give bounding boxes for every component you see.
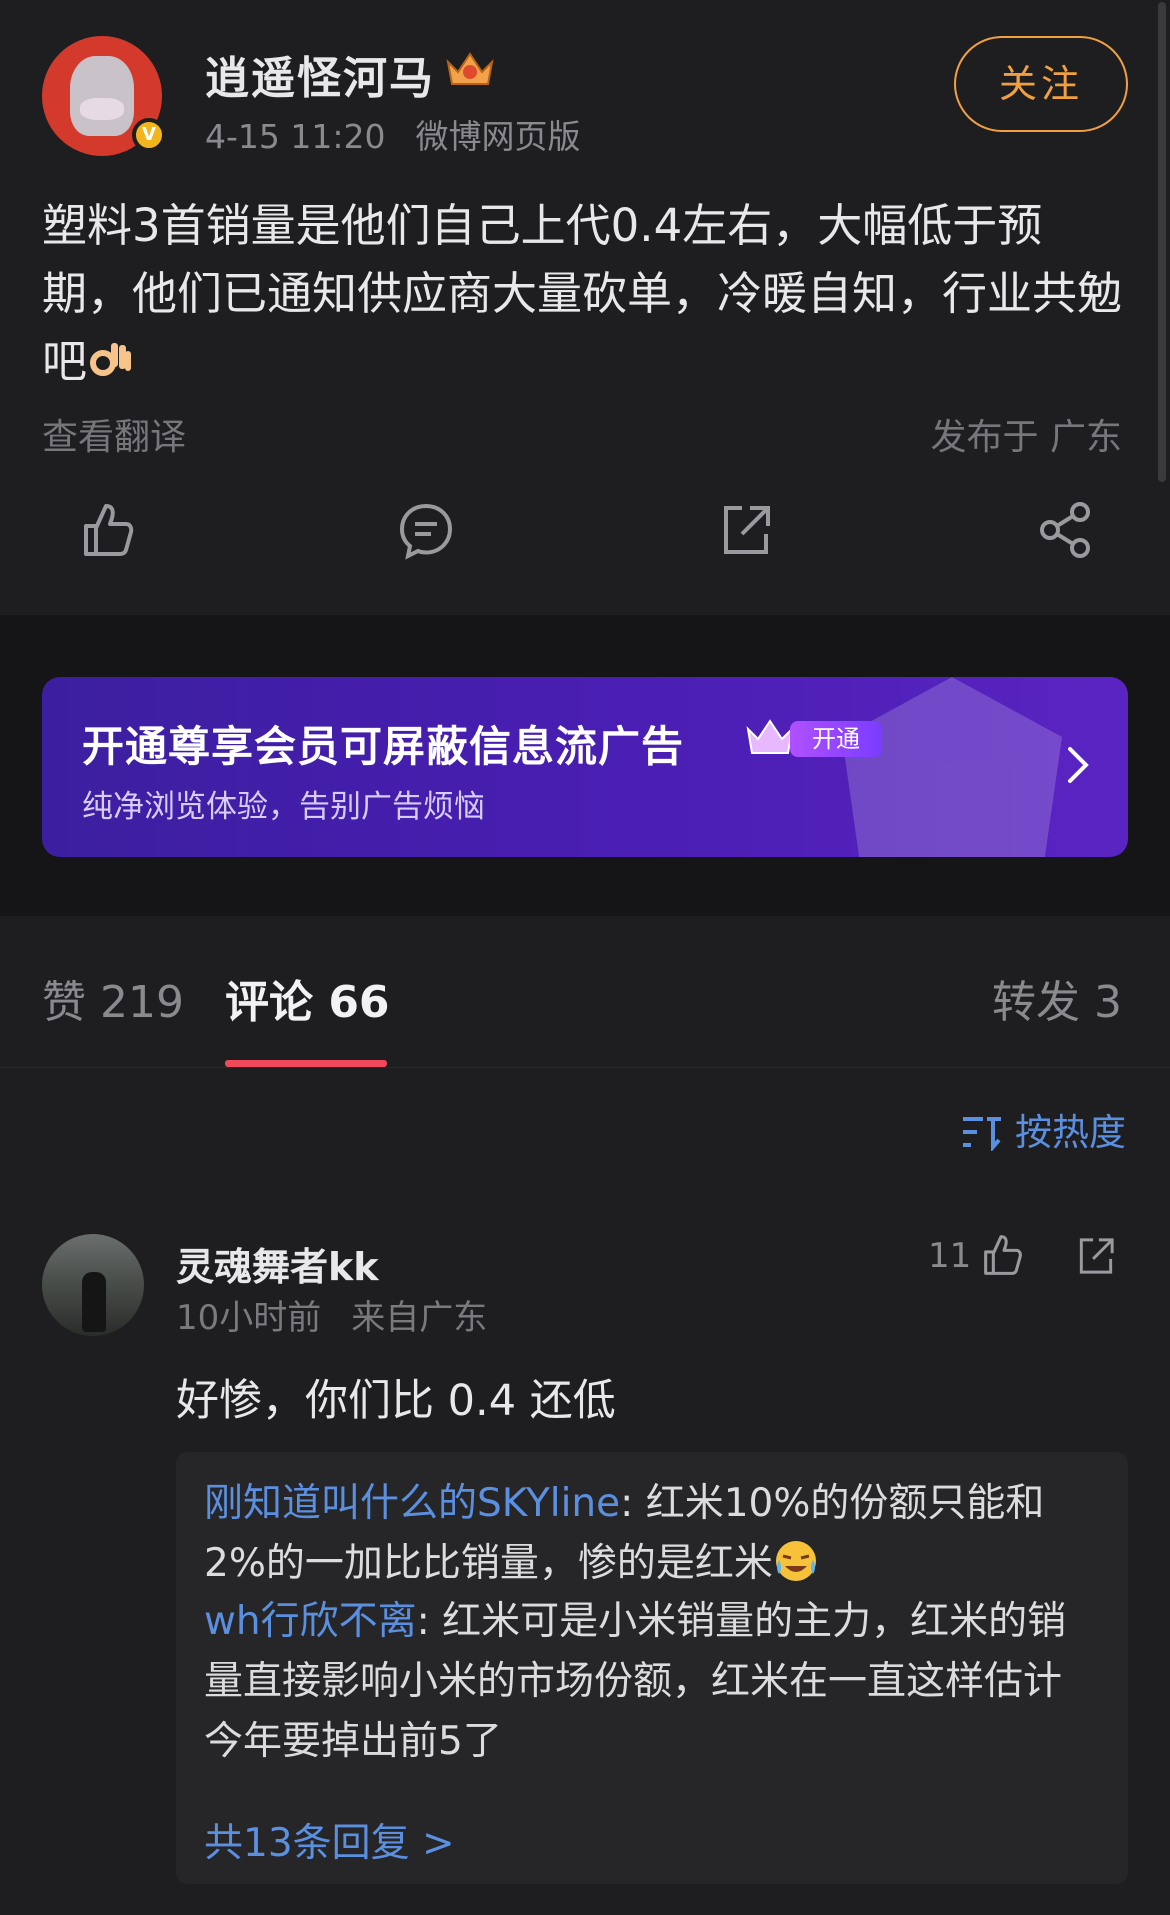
sort-label: 按热度 xyxy=(1015,1111,1126,1154)
repost-icon[interactable] xyxy=(716,500,776,560)
post-source: 微博网页版 xyxy=(415,117,581,156)
reply-author[interactable]: 刚知道叫什么的SKYline xyxy=(204,1481,620,1526)
chevron-right-icon[interactable] xyxy=(1064,743,1092,787)
tab-comments[interactable]: 评论 66 xyxy=(225,966,390,1030)
comment-thumbs-up-icon[interactable] xyxy=(978,1232,1024,1278)
sort-icon xyxy=(963,1117,1001,1151)
ad-subtitle: 纯净浏览体验，告别广告烦恼 xyxy=(82,789,485,825)
comments-section: 按热度 灵魂舞者kk 10小时前 来自广东 11 好惨，你们比 0.4 还低 刚知… xyxy=(0,1068,1170,1915)
translate-link[interactable]: 查看翻译 xyxy=(42,408,186,460)
crown-watermark-icon xyxy=(842,677,1062,857)
tab-likes[interactable]: 赞 219 xyxy=(42,966,184,1030)
share-icon[interactable] xyxy=(1036,500,1096,560)
ad-title: 开通尊享会员可屏蔽信息流广告 xyxy=(82,722,685,771)
follow-button[interactable]: 关注 xyxy=(954,36,1128,132)
reply-item: 刚知道叫什么的SKYline: 红米10%的份额只能和2%的一加比比销量，惨的是… xyxy=(204,1474,1084,1594)
tab-reposts[interactable]: 转发 3 xyxy=(992,966,1122,1030)
author-name[interactable]: 逍遥怪河马 xyxy=(205,42,435,106)
post-location: 发布于 广东 xyxy=(930,417,1122,458)
post-actions xyxy=(0,500,1170,580)
ad-badge-label: 开通 xyxy=(790,721,882,757)
reply-author[interactable]: wh行欣不离 xyxy=(204,1599,417,1644)
reply-box[interactable]: 刚知道叫什么的SKYline: 红米10%的份额只能和2%的一加比比销量，惨的是… xyxy=(176,1452,1128,1884)
sort-button[interactable]: 按热度 xyxy=(961,1102,1126,1156)
ok-hand-emoji-icon xyxy=(90,343,132,376)
interaction-tabs: 赞 219 评论 66 转发 3 xyxy=(0,916,1170,1068)
reply-item: wh行欣不离: 红米可是小米销量的主力，红米的销量直接影响小米的市场份额，红米在… xyxy=(204,1592,1084,1772)
laugh-cry-emoji-icon xyxy=(775,1541,816,1581)
thumbs-up-icon[interactable] xyxy=(76,500,136,560)
comment-from: 来自广东 xyxy=(351,1298,488,1338)
comment-like-count: 11 xyxy=(928,1236,972,1276)
crown-icon xyxy=(446,52,494,85)
post-text: 塑料3首销量是他们自己上代0.4左右，大幅低于预期，他们已通知供应商大量砍单，冷… xyxy=(42,192,1132,396)
scrollbar[interactable] xyxy=(1158,2,1166,482)
comment-icon[interactable] xyxy=(396,500,456,560)
comment-meta: 10小时前 来自广东 xyxy=(176,1290,487,1339)
more-replies-link[interactable]: 共13条回复 > xyxy=(204,1812,455,1868)
post-time: 4-15 11:20 xyxy=(205,117,386,156)
vip-ad-banner[interactable]: 开通尊享会员可屏蔽信息流广告 开通 纯净浏览体验，告别广告烦恼 xyxy=(42,677,1128,857)
active-tab-indicator xyxy=(225,1060,387,1067)
commenter-name[interactable]: 灵魂舞者kk xyxy=(176,1236,379,1291)
vip-badge: 开通 xyxy=(742,717,882,759)
comment-repost-icon[interactable] xyxy=(1074,1234,1118,1278)
post-text-content: 塑料3首销量是他们自己上代0.4左右，大幅低于预期，他们已通知供应商大量砍单，冷… xyxy=(42,199,1123,388)
comment-text: 好惨，你们比 0.4 还低 xyxy=(176,1376,616,1426)
post-card: V 逍遥怪河马 4-15 11:20 微博网页版 关注 塑料3首销量是他们自己上代… xyxy=(0,0,1170,615)
commenter-avatar[interactable] xyxy=(42,1234,144,1336)
post-meta: 4-15 11:20 微博网页版 xyxy=(205,110,581,158)
verified-badge-icon: V xyxy=(132,118,166,152)
comment-time: 10小时前 xyxy=(176,1298,322,1338)
